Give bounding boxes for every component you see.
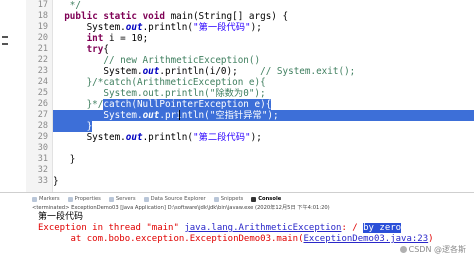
line-number: 26 — [37, 99, 48, 109]
console-output-line: 第一段代码 — [38, 212, 84, 222]
console-panel: Markers Properties Servers Data Source E… — [0, 192, 474, 258]
code-line-29: System.out.println("第二段代码"); — [53, 132, 262, 143]
selected-text: } — [53, 121, 93, 132]
line-number: 24 — [37, 77, 48, 87]
line-number: 31 — [37, 154, 48, 164]
tab-servers[interactable]: Servers — [108, 196, 136, 202]
terminated-status: <terminated> ExceptionDemo03 [Java Appli… — [32, 205, 330, 211]
author-avatar-icon — [399, 246, 407, 253]
line-number: 17 — [37, 0, 48, 10]
code-line-17: */ — [53, 0, 81, 11]
code-line-28: } — [53, 121, 474, 132]
text-caret — [179, 110, 180, 120]
fold-marker — [2, 43, 8, 45]
line-number: 22 — [37, 55, 48, 65]
code-line-25: System.out.println("除数为0"); — [53, 88, 266, 99]
view-tabs: Markers Properties Servers Data Source E… — [32, 194, 281, 204]
servers-icon — [108, 196, 114, 202]
code-line-31: } — [53, 154, 76, 165]
code-line-22: // new ArithmeticException() — [53, 55, 261, 66]
tab-snippets[interactable]: Snippets — [213, 196, 243, 202]
line-number: 25 — [37, 88, 48, 98]
line-number: 19 — [37, 22, 48, 32]
properties-icon — [67, 196, 73, 202]
line-number: 23 — [37, 66, 48, 76]
line-number: 20 — [37, 33, 48, 43]
console-stack-line: at com.bobo.exception.ExceptionDemo03.ma… — [38, 234, 434, 244]
watermark: CSDN @逻各斯 — [399, 244, 466, 255]
tab-console[interactable]: Console — [251, 196, 281, 202]
line-number: 27 — [37, 110, 48, 120]
highlighted-text: by zero — [363, 223, 402, 233]
code-line-20: int i = 10; — [53, 33, 149, 44]
exception-link[interactable]: java.lang.ArithmeticException — [184, 223, 341, 233]
tab-markers[interactable]: Markers — [32, 196, 60, 202]
source-link[interactable]: ExceptionDemo03.java:23 — [304, 234, 429, 244]
markers-icon — [32, 196, 37, 202]
code-editor[interactable]: */ public static void main(String[] args… — [53, 0, 474, 192]
code-line-24: }/*catch(ArithmeticException e){ — [53, 77, 266, 88]
line-number-gutter: 17 18 19 20 21 22 23 24 25 26 27 28 29 30 31 32 33 — [26, 0, 53, 192]
line-number: 21 — [37, 44, 48, 54]
fold-marker — [2, 36, 8, 38]
snippets-icon — [213, 196, 219, 202]
line-number: 28 — [37, 121, 48, 131]
code-line-21: try{ — [53, 44, 109, 55]
selected-text: catch(NullPointerException e){ — [103, 99, 272, 110]
line-number: 32 — [37, 165, 48, 175]
line-number: 30 — [37, 143, 48, 153]
tab-properties[interactable]: Properties — [67, 196, 101, 202]
code-line-33: } — [53, 176, 59, 187]
database-icon — [143, 196, 149, 202]
code-line-18: public static void main(String[] args) { — [64, 11, 289, 22]
line-number: 33 — [37, 176, 48, 186]
line-number: 29 — [37, 132, 48, 142]
code-line-19: System.out.println("第一段代码"); — [53, 22, 262, 33]
console-icon — [251, 196, 257, 202]
code-line-26: }*/catch(NullPointerException e){ — [53, 99, 272, 110]
code-line-27: System.out.println("空指针异常"); — [53, 110, 474, 121]
console-error-line: Exception in thread "main" java.lang.Ari… — [38, 223, 402, 233]
outline-strip — [0, 0, 26, 192]
code-line-23: System.out.println(i/0); // System.exit(… — [53, 66, 356, 77]
tab-data-source-explorer[interactable]: Data Source Explorer — [143, 196, 206, 202]
line-number: 18 — [37, 11, 48, 21]
